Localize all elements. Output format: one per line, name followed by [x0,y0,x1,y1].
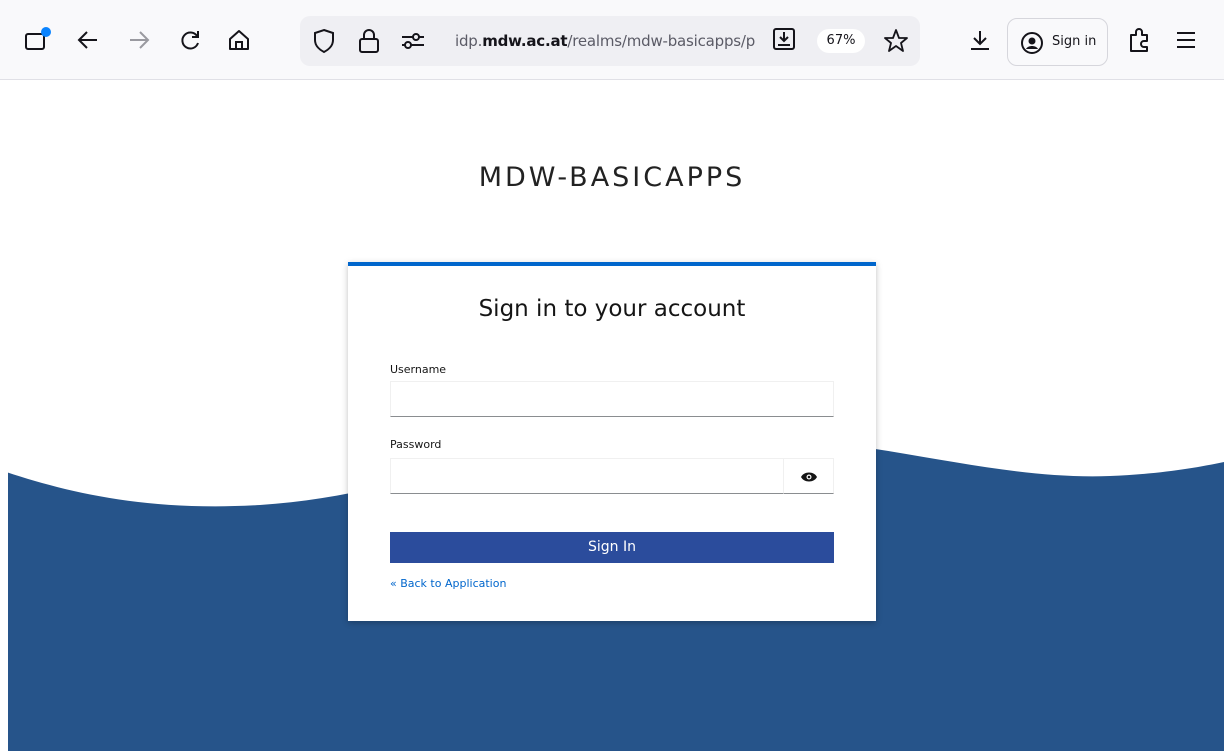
sign-in-button[interactable]: Sign In [390,532,834,563]
show-password-button[interactable] [783,458,834,494]
password-input[interactable] [390,458,784,494]
username-input[interactable] [390,381,834,417]
eye-icon [801,472,817,482]
back-to-application-link[interactable]: « Back to Application [390,577,506,590]
url-text[interactable]: idp.mdw.ac.at/realms/mdw-basicapps/prot [455,30,755,52]
reload-icon[interactable] [178,28,202,52]
extensions-icon[interactable] [1127,27,1151,53]
address-bar[interactable]: idp.mdw.ac.at/realms/mdw-basicapps/prot … [300,16,920,66]
sidebar-tabs-icon[interactable] [24,26,54,52]
url-host: idp. [455,32,483,50]
back-arrow-icon[interactable] [76,29,100,51]
card-title: Sign in to your account [478,296,746,322]
site-permissions-icon[interactable] [400,31,426,51]
hamburger-menu-icon[interactable] [1175,30,1197,50]
save-page-icon[interactable] [772,27,796,51]
login-card: Sign in to your account Username Passwor… [348,262,876,621]
browser-toolbar: idp.mdw.ac.at/realms/mdw-basicapps/prot … [0,0,1224,80]
downloads-icon[interactable] [968,28,992,52]
password-label: Password [390,438,442,451]
url-path: /realms/mdw-basicapps/prot [567,32,755,50]
url-domain: mdw.ac.at [482,32,568,50]
account-avatar-icon [1020,31,1044,55]
tracking-protection-shield-icon[interactable] [312,28,336,54]
realm-title: MDW-BASICAPPS [478,162,746,193]
username-label: Username [390,363,447,376]
bookmark-star-icon[interactable] [883,28,909,54]
zoom-level-badge[interactable]: 67% [817,29,865,53]
home-icon[interactable] [227,28,251,52]
forward-arrow-icon[interactable] [127,29,151,51]
lock-icon[interactable] [358,28,380,54]
account-sign-in-button[interactable]: Sign in [1007,18,1108,66]
sign-in-label: Sign in [1052,34,1097,49]
